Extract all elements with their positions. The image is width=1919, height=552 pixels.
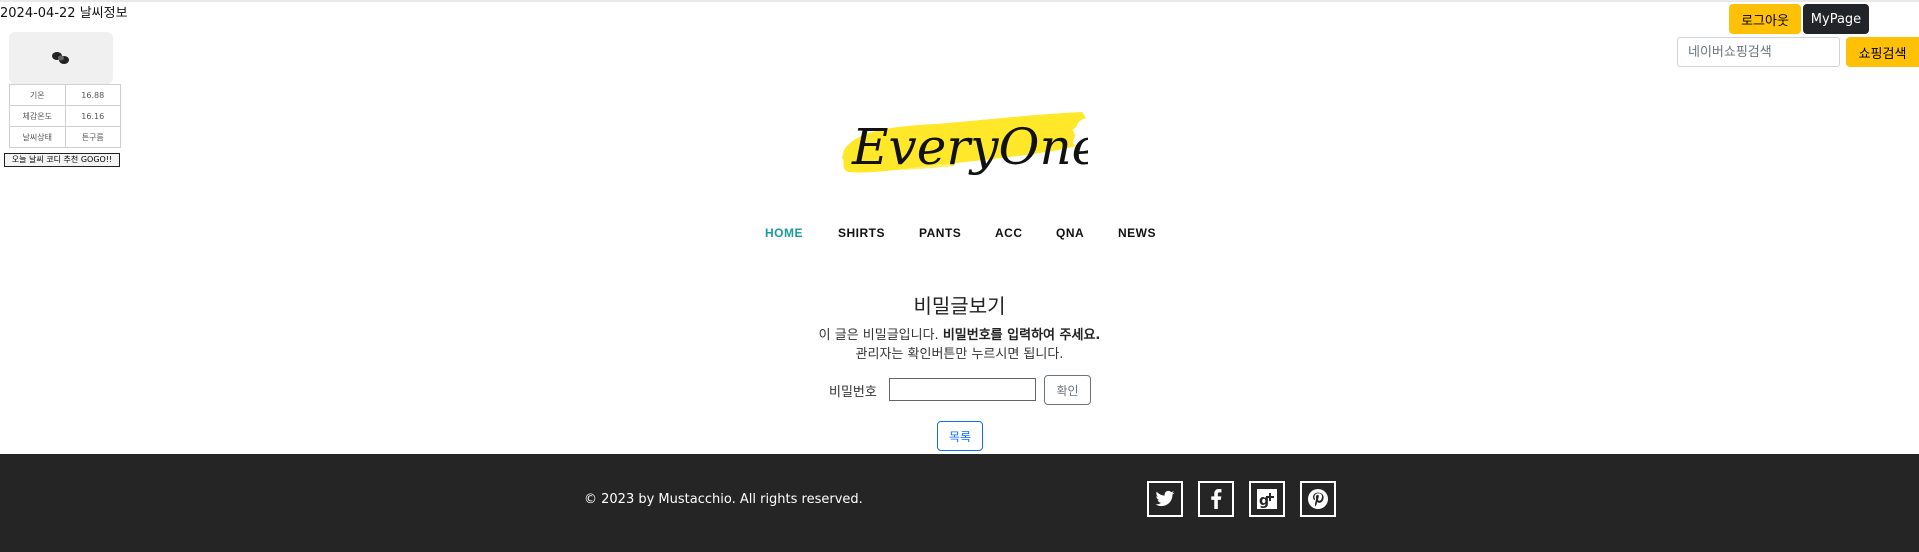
weather-label: 기온 [9,84,66,106]
weather-table: 기온 16.88 체감온도 16.16 날씨상태 튼구름 [9,84,121,148]
pinterest-link[interactable] [1300,481,1336,517]
password-input[interactable] [889,378,1036,401]
nav-item-home[interactable]: HOME [765,226,803,240]
secret-description: 이 글은 비밀글입니다. 비밀번호를 입력하여 주세요. [0,324,1919,343]
svg-text:g: g [1259,493,1269,509]
weather-row: 기온 16.88 [9,84,121,106]
list-button[interactable]: 목록 [937,421,983,451]
google-plus-link[interactable]: g [1249,481,1285,517]
facebook-icon [1211,489,1222,509]
weather-value: 16.88 [64,84,121,106]
weather-row: 체감온도 16.16 [9,105,121,127]
nav-item-shirts[interactable]: SHIRTS [838,226,885,240]
weather-title-label: 날씨정보 [79,6,128,21]
weather-coordi-button[interactable]: 오늘 날씨 코디 추천 GOGO!! [4,153,120,167]
shopping-search-input[interactable] [1677,37,1840,67]
admin-description: 관리자는 확인버튼만 누르시면 됩니다. [855,347,1064,362]
twitter-icon [1155,490,1175,507]
top-border [0,0,1919,2]
shopping-search-button[interactable]: 쇼핑검색 [1846,37,1919,67]
weather-widget: 기온 16.88 체감온도 16.16 날씨상태 튼구름 [9,26,121,148]
logout-button[interactable]: 로그아웃 [1729,4,1801,34]
nav-item-news[interactable]: NEWS [1118,226,1156,240]
main-nav: HOME SHIRTS PANTS ACC QNA NEWS [0,226,1919,246]
nav-item-acc[interactable]: ACC [995,226,1023,240]
weather-row: 날씨상태 튼구름 [9,126,121,148]
facebook-link[interactable] [1198,481,1234,517]
password-label: 비밀번호 [829,385,877,400]
weather-value: 튼구름 [64,126,121,148]
footer: © 2023 by Mustacchio. All rights reserve… [0,454,1919,552]
copyright-text: © 2023 by Mustacchio. All rights reserve… [584,492,863,507]
weather-label: 날씨상태 [9,126,66,148]
confirm-button[interactable]: 확인 [1044,375,1091,405]
nav-item-qna[interactable]: QNA [1056,226,1084,240]
google-plus-icon: g [1257,489,1277,509]
secret-description-bold: 비밀번호를 입력하여 주세요. [942,328,1101,343]
page-title: 비밀글보기 [913,294,1006,318]
secret-description-text: 이 글은 비밀글입니다. [818,328,943,343]
pinterest-icon [1308,489,1328,509]
weather-value: 16.16 [64,105,121,127]
weather-icon-area [9,32,113,84]
twitter-link[interactable] [1147,481,1183,517]
weather-date: 2024-04-22 [0,6,76,21]
nav-item-pants[interactable]: PANTS [919,226,961,240]
weather-title: 2024-04-22 날씨정보 [0,2,128,21]
logo-text: EveryOne [851,118,1088,176]
everyone-logo[interactable]: EveryOne [836,104,1088,178]
mypage-button[interactable]: MyPage [1803,4,1869,34]
weather-label: 체감온도 [9,105,66,127]
broken-clouds-icon [52,52,69,64]
